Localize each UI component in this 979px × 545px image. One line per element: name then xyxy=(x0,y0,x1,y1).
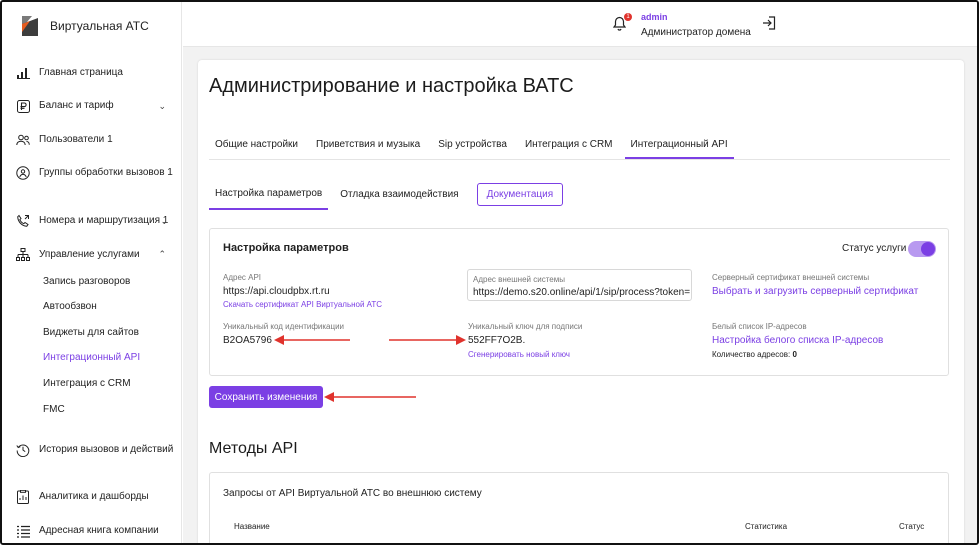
analytics-icon xyxy=(16,490,30,504)
logout-icon[interactable] xyxy=(762,16,776,35)
sidebar-item-call-groups[interactable]: Группы обработки вызовов 1 xyxy=(16,166,176,180)
sidebar-item-users[interactable]: Пользователи 1 xyxy=(16,133,176,147)
sidebar-item-label: История вызовов и действий xyxy=(39,444,174,455)
arrow-annotation-right xyxy=(389,335,466,345)
tab-crm-integration[interactable]: Интеграция с CRM xyxy=(519,133,619,159)
brand[interactable]: Виртуальная АТС xyxy=(20,14,149,38)
column-header-name: Название xyxy=(234,522,270,531)
column-header-status: Статус xyxy=(899,522,925,531)
services-tree-icon xyxy=(16,248,30,262)
server-cert-label: Серверный сертификат внешней системы xyxy=(712,273,870,282)
sidebar-item-label: Баланс и тариф xyxy=(39,100,114,111)
top-header xyxy=(183,2,977,47)
unique-id-value: B2OA5796 xyxy=(223,335,272,346)
sidebar-item-label: Номера и маршрутизация 1 xyxy=(39,215,169,226)
sidebar-subitem-fmc[interactable]: FMC xyxy=(43,404,65,415)
panel-title: Настройка параметров xyxy=(223,242,349,254)
user-role: Администратор домена xyxy=(641,27,751,38)
sidebar-item-numbers[interactable]: Номера и маршрутизация 1 ⌄ xyxy=(16,214,176,228)
sidebar-subitem-call-recording[interactable]: Запись разговоров xyxy=(43,276,130,287)
page-title: Администрирование и настройка ВАТС xyxy=(209,75,574,97)
download-cert-link[interactable]: Скачать сертификат API Виртуальной АТС xyxy=(223,300,382,309)
chevron-down-icon[interactable]: ⌄ xyxy=(158,99,166,113)
external-system-input[interactable]: https://demo.s20.online/api/1/sip/proces… xyxy=(473,287,690,298)
arrow-annotation-left xyxy=(274,335,350,345)
subtab-debug[interactable]: Отладка взаимодействия xyxy=(334,184,464,209)
address-count: Количество адресов: 0 xyxy=(712,350,797,359)
tab-sip-devices[interactable]: Sip устройства xyxy=(432,133,513,159)
sidebar: Виртуальная АТС Главная страница Баланс … xyxy=(2,2,182,543)
service-status-toggle[interactable] xyxy=(908,241,936,257)
server-cert-link[interactable]: Выбрать и загрузить серверный сертификат xyxy=(712,286,918,297)
generate-key-link[interactable]: Сгенерировать новый ключ xyxy=(468,350,570,359)
whitelist-label: Белый список IP-адресов xyxy=(712,322,807,331)
sidebar-subitem-integration-api[interactable]: Интеграционный API xyxy=(43,352,140,363)
tab-greetings-music[interactable]: Приветствия и музыка xyxy=(310,133,426,159)
sidebar-item-label: Аналитика и дашборды xyxy=(39,491,149,502)
sidebar-item-history[interactable]: История вызовов и действий xyxy=(16,443,176,457)
whitelist-link[interactable]: Настройка белого списка IP-адресов xyxy=(712,335,883,346)
users-icon xyxy=(16,133,30,147)
unique-id-label: Уникальный код идентификации xyxy=(223,322,345,331)
logo-icon xyxy=(22,16,38,36)
toggle-knob xyxy=(921,242,935,256)
methods-panel xyxy=(209,472,949,543)
sidebar-item-analytics[interactable]: Аналитика и дашборды xyxy=(16,490,176,504)
external-system-field[interactable]: Адрес внешней системы https://demo.s20.o… xyxy=(467,269,692,301)
ruble-icon xyxy=(16,99,30,113)
sidebar-subitem-widgets[interactable]: Виджеты для сайтов xyxy=(43,327,139,338)
external-system-label: Адрес внешней системы xyxy=(473,275,565,284)
sign-key-label: Уникальный ключ для подписи xyxy=(468,322,583,331)
chevron-down-icon[interactable]: ⌄ xyxy=(160,214,168,228)
sidebar-item-balance[interactable]: Баланс и тариф ⌄ xyxy=(16,99,176,113)
methods-title: Методы API xyxy=(209,440,298,457)
history-icon xyxy=(16,443,30,457)
sidebar-subitem-crm-integration[interactable]: Интеграция с CRM xyxy=(43,378,131,389)
sign-key-value: 552FF7O2B. xyxy=(468,335,526,346)
tabs-divider xyxy=(209,159,950,160)
sidebar-item-home[interactable]: Главная страница xyxy=(16,66,176,80)
tab-general[interactable]: Общие настройки xyxy=(209,133,304,159)
sidebar-subitem-autodial[interactable]: Автообзвон xyxy=(43,301,97,312)
arrow-annotation-save xyxy=(324,392,416,402)
user-name[interactable]: admin xyxy=(641,12,668,22)
phone-route-icon xyxy=(16,214,30,228)
app-window: Виртуальная АТС Главная страница Баланс … xyxy=(0,0,979,545)
api-address-value: https://api.cloudpbx.rt.ru xyxy=(223,286,330,297)
address-book-icon xyxy=(16,524,30,538)
sidebar-item-label: Группы обработки вызовов 1 xyxy=(39,167,173,178)
app-title: Виртуальная АТС xyxy=(50,19,149,33)
documentation-button[interactable]: Документация xyxy=(476,183,564,206)
subtab-parameters[interactable]: Настройка параметров xyxy=(209,183,329,210)
column-header-statistics: Статистика xyxy=(745,522,788,531)
tab-integration-api[interactable]: Интеграционный API xyxy=(624,133,734,159)
sidebar-item-label: Главная страница xyxy=(39,67,123,78)
sidebar-item-address-book[interactable]: Адресная книга компании xyxy=(16,524,176,538)
sidebar-item-label: Адресная книга компании xyxy=(39,525,159,536)
count-badge: 1 xyxy=(107,134,113,145)
status-label: Статус услуги xyxy=(842,243,907,254)
methods-subtitle: Запросы от API Виртуальной АТС во внешню… xyxy=(223,488,482,499)
sidebar-item-services[interactable]: Управление услугами ⌃ xyxy=(16,248,176,262)
subtabs: Настройка параметров Отладка взаимодейст… xyxy=(209,183,564,210)
chevron-up-icon[interactable]: ⌃ xyxy=(158,247,166,261)
group-call-icon xyxy=(16,166,30,180)
chart-bars-icon xyxy=(16,66,30,80)
count-badge: 1 xyxy=(167,167,173,178)
sidebar-item-label: Пользователи 1 xyxy=(39,134,113,145)
tabs: Общие настройки Приветствия и музыка Sip… xyxy=(209,133,740,159)
notification-badge: 1 xyxy=(624,13,632,21)
sidebar-item-label: Управление услугами xyxy=(39,249,140,260)
save-button[interactable]: Сохранить изменения xyxy=(209,386,323,408)
api-address-label: Адрес API xyxy=(223,273,262,282)
